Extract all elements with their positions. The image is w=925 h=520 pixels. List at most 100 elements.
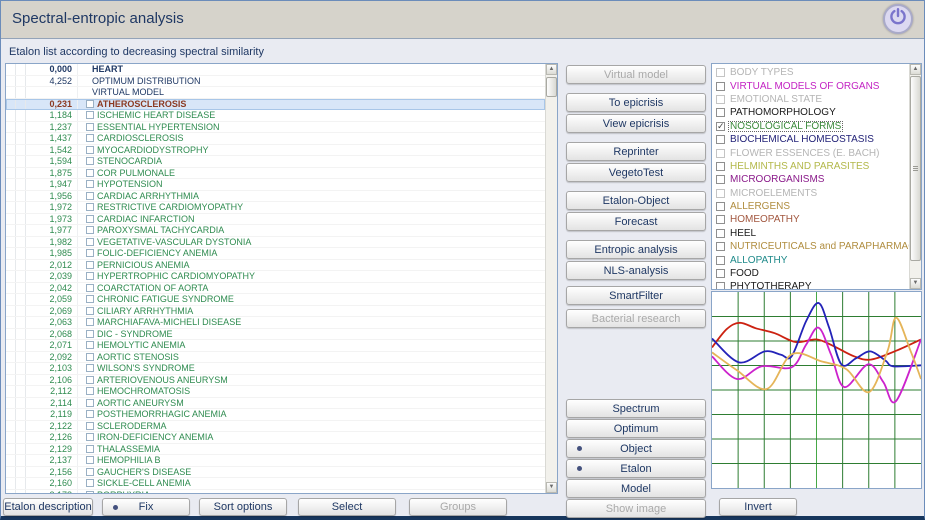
etalon-row[interactable]: 2,122SCLERODERMA [6,421,545,433]
etalon-row[interactable]: 4,252OPTIMUM DISTRIBUTION [6,76,545,88]
etalon-row[interactable]: 2,160SICKLE-CELL ANEMIA [6,478,545,490]
sort-options-button[interactable]: Sort options [199,498,287,516]
etalon-checkbox[interactable] [86,100,94,108]
etalon-row[interactable]: 2,137HEMOPHILIA B [6,455,545,467]
etalon-row[interactable]: 2,112HEMOCHROMATOSIS [6,386,545,398]
scroll-down-arrow[interactable]: ▼ [910,278,921,289]
etalon-row[interactable]: 1,973CARDIAC INFARCTION [6,214,545,226]
etalon-row[interactable]: 2,129THALASSEMIA [6,444,545,456]
scroll-down-arrow[interactable]: ▼ [546,482,557,493]
scroll-thumb[interactable] [910,76,921,261]
model-button[interactable]: Model [566,479,706,498]
category-checkbox[interactable]: ✓ [716,122,725,131]
etalon-object-button[interactable]: Etalon-Object [566,191,706,210]
etalon-checkbox[interactable] [86,479,94,487]
category-checkbox[interactable] [716,242,725,251]
invert-button[interactable]: Invert [719,498,797,516]
etalon-checkbox[interactable] [86,284,94,292]
etalon-row[interactable]: 2,063MARCHIAFAVA-MICHELI DISEASE [6,317,545,329]
category-row[interactable]: ALLERGENS [712,200,908,213]
reprinter-button[interactable]: Reprinter [566,142,706,161]
etalon-checkbox[interactable] [86,146,94,154]
etalon-row[interactable]: 2,039HYPERTROPHIC CARDIOMYOPATHY [6,271,545,283]
etalon-checkbox[interactable] [86,272,94,280]
category-checkbox[interactable] [716,282,725,290]
object-button[interactable]: Object [566,439,706,458]
etalon-checkbox[interactable] [86,376,94,384]
etalon-row[interactable]: 2,068DIC - SYNDROME [6,329,545,341]
etalon-row[interactable]: 1,985FOLIC-DEFICIENCY ANEMIA [6,248,545,260]
etalon-row[interactable]: 1,437CARDIOSCLEROSIS [6,133,545,145]
etalon-checkbox[interactable] [86,111,94,119]
category-checkbox[interactable] [716,269,725,278]
etalon-checkbox[interactable] [86,249,94,257]
etalon-row[interactable]: 1,594STENOCARDIA [6,156,545,168]
etalon-row[interactable]: 2,069CILIARY ARRHYTHMIA [6,306,545,318]
fix-button[interactable]: Fix [102,498,190,516]
category-checkbox[interactable] [716,202,725,211]
etalon-row[interactable]: 2,071HEMOLYTIC ANEMIA [6,340,545,352]
etalon-row[interactable]: 1,956CARDIAC ARRHYTHMIA [6,191,545,203]
etalon-checkbox[interactable] [86,491,94,494]
to-epicrisis-button[interactable]: To epicrisis [566,93,706,112]
forecast-button[interactable]: Forecast [566,212,706,231]
scroll-up-arrow[interactable]: ▲ [910,64,921,75]
category-checkbox[interactable] [716,229,725,238]
category-row[interactable]: FOOD [712,267,908,280]
etalon-checkbox[interactable] [86,341,94,349]
category-checkbox[interactable] [716,189,725,198]
etalon-checkbox[interactable] [86,226,94,234]
etalon-row[interactable]: 2,092AORTIC STENOSIS [6,352,545,364]
entropic-analysis-button[interactable]: Entropic analysis [566,240,706,259]
etalon-row[interactable]: 2,106ARTERIOVENOUS ANEURYSM [6,375,545,387]
category-checkbox[interactable] [716,162,725,171]
scroll-thumb[interactable] [546,77,557,97]
category-row[interactable]: MICROELEMENTS [712,187,908,200]
etalon-row[interactable]: 2,012PERNICIOUS ANEMIA [6,260,545,272]
etalon-row[interactable]: 1,184ISCHEMIC HEART DISEASE [6,110,545,122]
etalon-checkbox[interactable] [86,456,94,464]
etalon-row[interactable]: 1,875COR PULMONALE [6,168,545,180]
category-checkbox[interactable] [716,256,725,265]
etalon-row[interactable]: 2,126IRON-DEFICIENCY ANEMIA [6,432,545,444]
category-row[interactable]: ALLOPATHY [712,253,908,266]
category-checkbox[interactable] [716,149,725,158]
etalon-row[interactable]: 2,103WILSON'S SYNDROME [6,363,545,375]
category-scrollbar[interactable]: ▲ ▼ [909,64,921,289]
etalon-checkbox[interactable] [86,410,94,418]
etalon-checkbox[interactable] [86,238,94,246]
category-row[interactable]: VIRTUAL MODELS OF ORGANS [712,79,908,92]
etalon-row[interactable]: 1,947HYPOTENSION [6,179,545,191]
category-checkbox[interactable] [716,215,725,224]
category-checkbox[interactable] [716,82,725,91]
category-checkbox[interactable] [716,175,725,184]
etalon-row[interactable]: VIRTUAL MODEL [6,87,545,99]
etalon-checkbox[interactable] [86,123,94,131]
scroll-up-arrow[interactable]: ▲ [546,64,557,75]
category-row[interactable]: EMOTIONAL STATE [712,93,908,106]
etalon-checkbox[interactable] [86,353,94,361]
etalon-checkbox[interactable] [86,307,94,315]
etalon-row[interactable]: 2,059CHRONIC FATIGUE SYNDROME [6,294,545,306]
etalon-row[interactable]: 1,237ESSENTIAL HYPERTENSION [6,122,545,134]
etalon-checkbox[interactable] [86,295,94,303]
etalon-row[interactable]: 2,114AORTIC ANEURYSM [6,398,545,410]
category-row[interactable]: BODY TYPES [712,66,908,79]
category-row[interactable]: MICROORGANISMS [712,173,908,186]
etalon-checkbox[interactable] [86,445,94,453]
category-row[interactable]: ✓NOSOLOGICAL FORMS [712,120,908,133]
etalon-row[interactable]: 1,972RESTRICTIVE CARDIOMYOPATHY [6,202,545,214]
category-row[interactable]: PHYTOTHERAPY [712,280,908,290]
etalon-checkbox[interactable] [86,157,94,165]
etalon-row[interactable]: 2,156GAUCHER'S DISEASE [6,467,545,479]
category-row[interactable]: HEEL [712,227,908,240]
category-checkbox[interactable] [716,108,725,117]
etalon-row[interactable]: 2,178PORPHYRIA [6,490,545,495]
etalon-row[interactable]: 2,119POSTHEMORRHAGIC ANEMIA [6,409,545,421]
category-row[interactable]: HOMEOPATHY [712,213,908,226]
etalon-checkbox[interactable] [86,433,94,441]
etalon-checkbox[interactable] [86,422,94,430]
etalon-checkbox[interactable] [86,364,94,372]
etalon-row[interactable]: 1,542MYOCARDIODYSTROPHY [6,145,545,157]
etalon-checkbox[interactable] [86,134,94,142]
